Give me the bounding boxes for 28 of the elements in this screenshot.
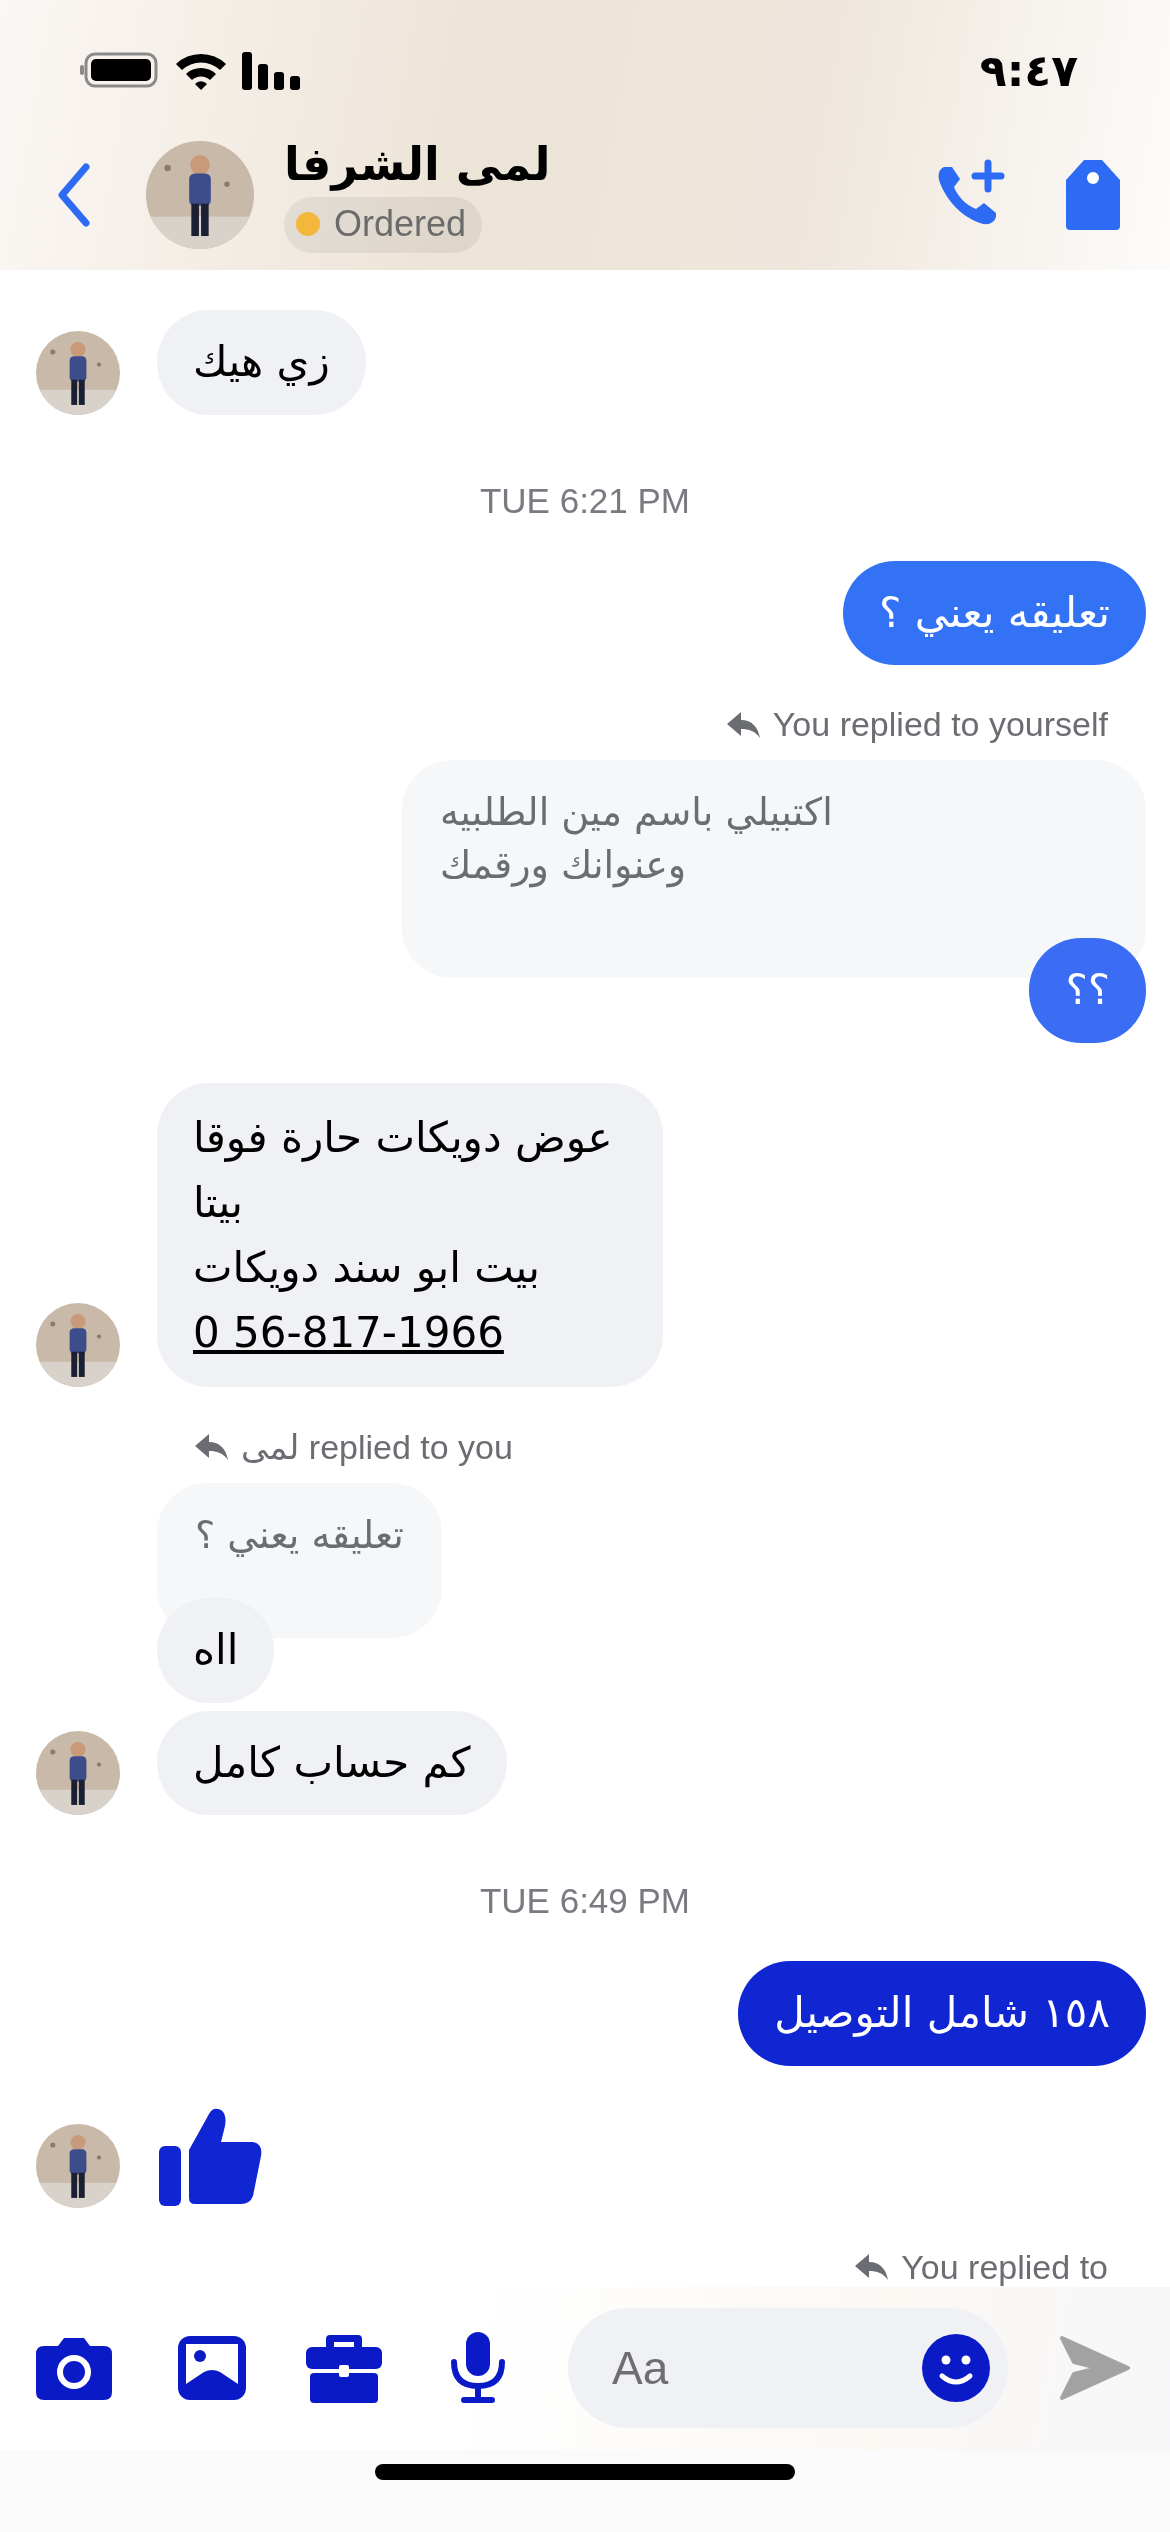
tag-icon[interactable]	[1064, 158, 1122, 232]
phone-link[interactable]: 0 56-817-1966	[193, 1300, 504, 1366]
reply-icon	[855, 2254, 890, 2281]
message-bubble: ١٥٨ شامل التوصيل	[738, 1961, 1146, 2066]
briefcase-icon[interactable]	[306, 2333, 382, 2404]
image-icon[interactable]	[178, 2336, 246, 2401]
reply-label: You replied to yourself	[772, 705, 1108, 744]
status-time: ٩:٤٧	[979, 44, 1078, 96]
reply-icon	[726, 711, 761, 738]
message-field[interactable]: Aa	[568, 2308, 1008, 2429]
emoji-icon[interactable]	[922, 2334, 990, 2403]
home-indicator[interactable]	[375, 2463, 795, 2480]
reply-label: لمى replied to you	[241, 1427, 513, 1468]
timestamp: TUE 6:49 PM	[478, 1881, 692, 1922]
contact-name: لمى الشرفا	[284, 137, 551, 191]
back-icon[interactable]	[56, 163, 92, 227]
reply-label: You replied to	[901, 2247, 1108, 2287]
message-bubble: زي هيك	[157, 310, 366, 415]
message-text: عوض دويكات حارة فوقا بيتا بيت ابو سند دويكات	[193, 1111, 613, 1295]
battery-icon	[80, 52, 160, 88]
message-bubble: كم حساب كامل	[157, 1710, 507, 1816]
message-bubble: تعليقه يعني ؟	[843, 560, 1146, 665]
status-label: Ordered	[334, 203, 467, 245]
signal-icon	[242, 50, 302, 90]
timestamp: TUE 6:21 PM	[478, 480, 692, 521]
reply-icon	[195, 1434, 229, 1461]
microphone-icon[interactable]	[450, 2332, 506, 2405]
camera-icon[interactable]	[36, 2336, 112, 2401]
